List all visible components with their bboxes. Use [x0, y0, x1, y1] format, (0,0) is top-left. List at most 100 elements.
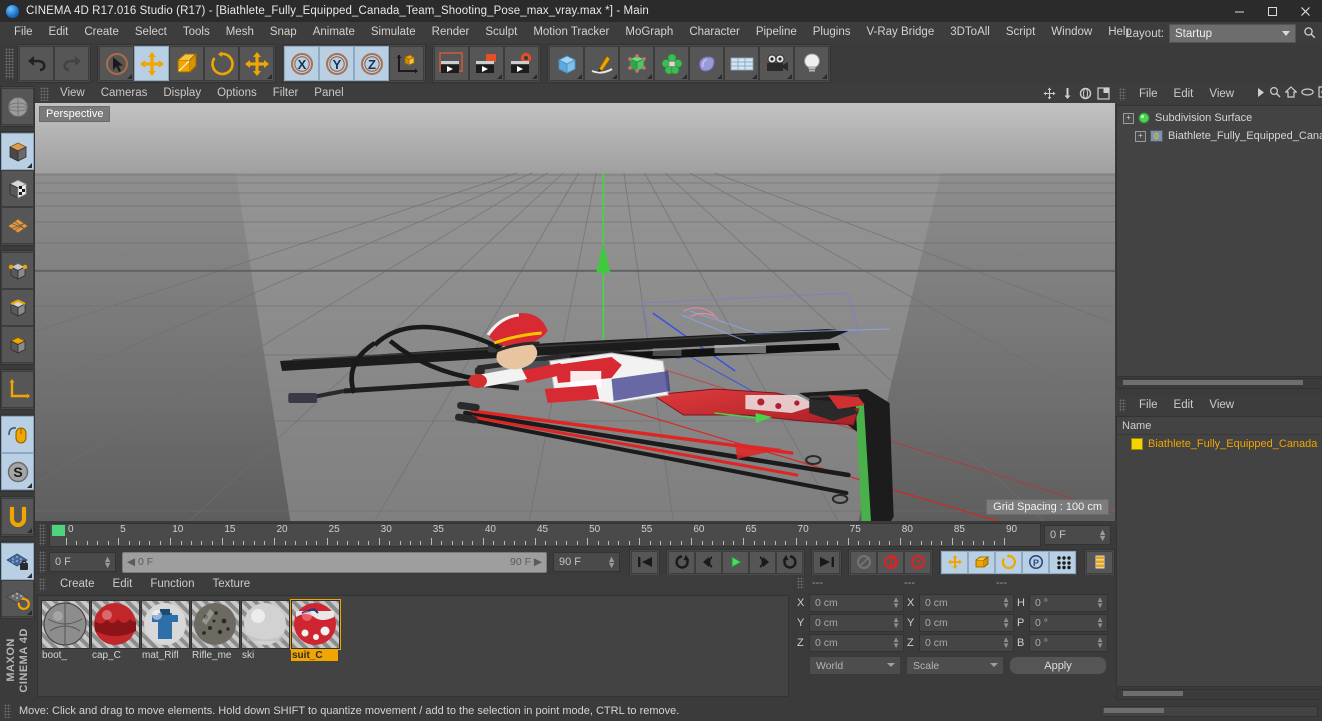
- scrollbar-thumb[interactable]: [1123, 691, 1183, 696]
- add-spline-button[interactable]: [584, 46, 619, 81]
- menu-sculpt[interactable]: Sculpt: [477, 22, 525, 43]
- material-item[interactable]: cap_C: [91, 600, 140, 661]
- next-key-button[interactable]: [749, 550, 776, 574]
- toolbar-drag-handle[interactable]: [5, 48, 14, 79]
- autokeying-button[interactable]: [877, 550, 904, 574]
- expand-toggle-icon[interactable]: +: [1135, 130, 1146, 142]
- viewport-menu-display[interactable]: Display: [155, 84, 209, 103]
- maximize-view-icon[interactable]: [1096, 86, 1111, 101]
- scrollbar-thumb[interactable]: [1123, 380, 1303, 385]
- coordinate-system-dropdown[interactable]: World: [809, 656, 901, 675]
- spinner-icon[interactable]: ▲ ▼: [103, 555, 112, 570]
- timeline-layers-button[interactable]: [1086, 550, 1113, 574]
- menu-3dtoall[interactable]: 3DToAll: [942, 22, 998, 43]
- timeline-drag-handle[interactable]: [39, 524, 46, 546]
- parameter-key-button[interactable]: P: [1022, 550, 1049, 574]
- rotation-key-button[interactable]: [995, 550, 1022, 574]
- timeline-playhead[interactable]: [52, 525, 65, 536]
- move-tool-button[interactable]: [134, 46, 169, 81]
- object-row-biathlete[interactable]: + 0 Biathlete_Fully_Equipped_Canad: [1117, 127, 1322, 145]
- apply-button[interactable]: Apply: [1009, 656, 1107, 675]
- world-coordinate-button[interactable]: [389, 46, 424, 81]
- axis-mode-button[interactable]: [1, 371, 34, 408]
- workplane-mode-button[interactable]: [1, 207, 34, 244]
- spinner-icon[interactable]: ▲ ▼: [1002, 635, 1010, 649]
- current-frame-field[interactable]: 0 F ▲ ▼: [1044, 525, 1111, 545]
- position-key-button[interactable]: [941, 550, 968, 574]
- edges-mode-button[interactable]: [1, 289, 34, 326]
- coord-field-rot-h[interactable]: 0 ° ▲ ▼: [1029, 593, 1108, 612]
- pan-icon[interactable]: [1042, 86, 1057, 101]
- render-view-button[interactable]: [434, 46, 469, 81]
- attributes-menu-view[interactable]: View: [1201, 395, 1242, 415]
- object-menu-file[interactable]: File: [1131, 84, 1166, 104]
- menu-select[interactable]: Select: [127, 22, 175, 43]
- menu-mograph[interactable]: MoGraph: [617, 22, 681, 43]
- menu-simulate[interactable]: Simulate: [363, 22, 424, 43]
- playback-range-track[interactable]: ◀ 0 F 90 F ▶: [122, 551, 547, 573]
- move-alt-button[interactable]: [239, 46, 274, 81]
- dolly-icon[interactable]: [1060, 86, 1075, 101]
- material-drag-handle[interactable]: [39, 577, 46, 591]
- menu-pipeline[interactable]: Pipeline: [748, 22, 805, 43]
- menu-render[interactable]: Render: [424, 22, 478, 43]
- spinner-icon[interactable]: ▲ ▼: [607, 555, 616, 570]
- undo-button[interactable]: [19, 46, 54, 81]
- attributes-row[interactable]: Biathlete_Fully_Equipped_Canada: [1117, 435, 1322, 452]
- play-reverse-button[interactable]: [776, 550, 803, 574]
- menu-vray-bridge[interactable]: V-Ray Bridge: [858, 22, 942, 43]
- viewport-menu-panel[interactable]: Panel: [306, 84, 351, 103]
- material-item[interactable]: suit_C: [290, 599, 341, 661]
- viewport-3d[interactable]: Perspective Grid Spacing : 100 cm: [35, 103, 1115, 521]
- add-light-button[interactable]: [794, 46, 829, 81]
- model-mode-button[interactable]: [1, 133, 34, 170]
- render-settings-button[interactable]: [504, 46, 539, 81]
- range-end-field[interactable]: 90 F ▲ ▼: [553, 552, 620, 572]
- coordinates-drag-handle[interactable]: [797, 577, 804, 589]
- workplane-rotate-button[interactable]: [1, 580, 34, 617]
- coord-field-rot-b[interactable]: 0 ° ▲ ▼: [1029, 633, 1108, 652]
- z-axis-lock-button[interactable]: Z: [354, 46, 389, 81]
- spinner-icon[interactable]: ▲ ▼: [1002, 595, 1010, 609]
- play-button[interactable]: [722, 550, 749, 574]
- viewport-menu-options[interactable]: Options: [209, 84, 265, 103]
- live-selection-button[interactable]: [99, 46, 134, 81]
- material-menu-edit[interactable]: Edit: [104, 575, 142, 593]
- add-scene-object-button[interactable]: [689, 46, 724, 81]
- viewport-drag-handle[interactable]: [40, 86, 49, 101]
- menu-plugins[interactable]: Plugins: [805, 22, 859, 43]
- maximize-button[interactable]: [1256, 0, 1289, 22]
- menu-tools[interactable]: Tools: [175, 22, 218, 43]
- add-generator-button[interactable]: [619, 46, 654, 81]
- object-menu-edit[interactable]: Edit: [1166, 84, 1202, 104]
- attributes-drag-handle[interactable]: [1119, 398, 1126, 412]
- record-active-objects-button[interactable]: [850, 550, 877, 574]
- material-item[interactable]: boot_: [41, 600, 90, 661]
- render-region-button[interactable]: [469, 46, 504, 81]
- texture-mode-button[interactable]: [1, 170, 34, 207]
- orbit-icon[interactable]: [1078, 86, 1093, 101]
- menu-mesh[interactable]: Mesh: [218, 22, 262, 43]
- coord-field-size-y[interactable]: 0 cm ▲ ▼: [919, 613, 1014, 632]
- minimize-button[interactable]: [1223, 0, 1256, 22]
- object-tree-hscrollbar[interactable]: [1116, 378, 1322, 389]
- search-icon[interactable]: [1269, 86, 1281, 101]
- chevron-right-icon[interactable]: [1256, 87, 1265, 101]
- spinner-icon[interactable]: ▲ ▼: [1098, 528, 1107, 543]
- keyframe-selection-button[interactable]: ?: [904, 550, 931, 574]
- menu-snap[interactable]: Snap: [262, 22, 305, 43]
- make-editable-button[interactable]: [1, 88, 34, 125]
- add-camera-button[interactable]: [759, 46, 794, 81]
- spinner-icon[interactable]: ▲ ▼: [1096, 615, 1104, 629]
- search-icon[interactable]: [1303, 26, 1316, 42]
- expand-toggle-icon[interactable]: +: [1123, 112, 1134, 124]
- object-tree[interactable]: + Subdivision Surface + 0 Biathlete_Full…: [1116, 105, 1322, 377]
- point-level-anim-button[interactable]: [1049, 550, 1076, 574]
- coord-field-size-z[interactable]: 0 cm ▲ ▼: [919, 633, 1014, 652]
- loop-button[interactable]: [668, 550, 695, 574]
- x-axis-lock-button[interactable]: X: [284, 46, 319, 81]
- y-axis-lock-button[interactable]: Y: [319, 46, 354, 81]
- viewport-menu-view[interactable]: View: [52, 84, 93, 103]
- coord-field-pos-y[interactable]: 0 cm ▲ ▼: [809, 613, 904, 632]
- go-to-start-button[interactable]: [631, 550, 658, 574]
